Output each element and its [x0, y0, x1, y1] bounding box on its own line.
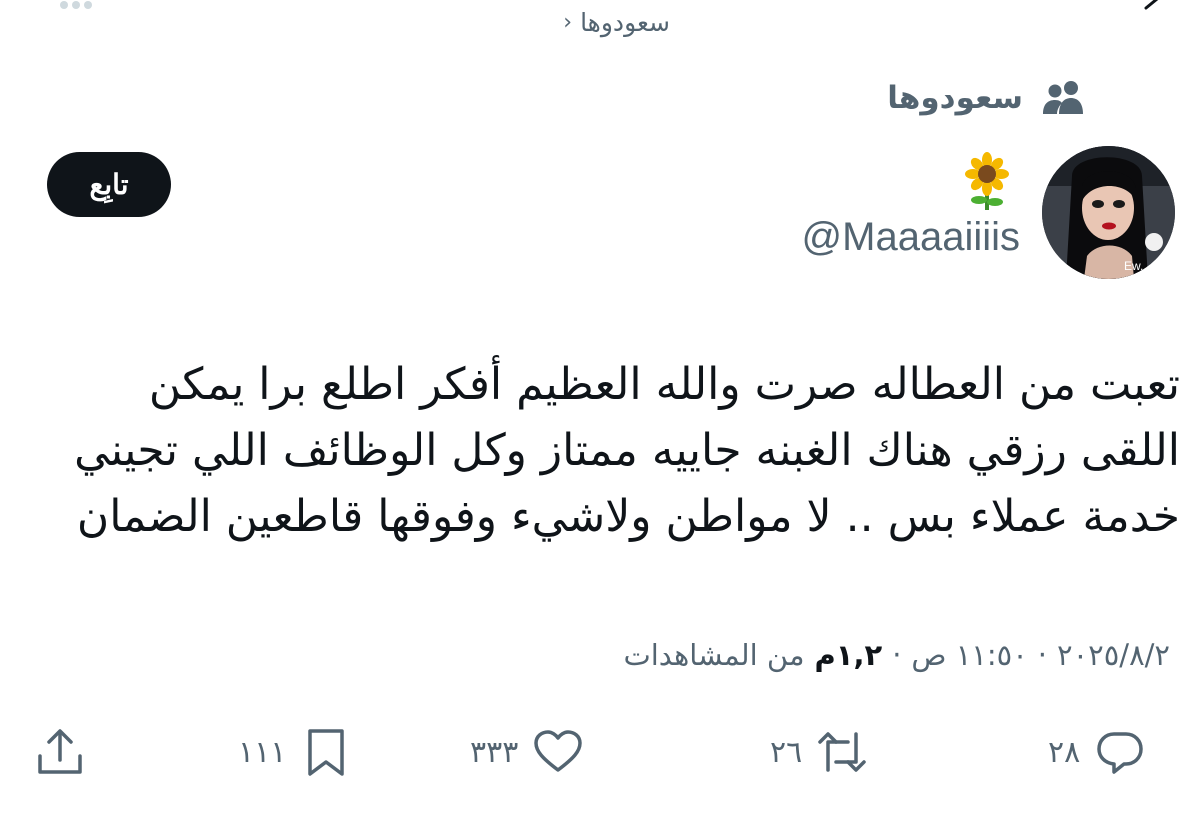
community-name[interactable]: سعودوها	[887, 80, 1023, 116]
community-header[interactable]: سعودوها	[887, 78, 1085, 118]
reply-count: ٢٨	[1048, 734, 1081, 770]
user-handle[interactable]: @Maaaaiiiis	[802, 215, 1020, 260]
bookmark-icon	[308, 729, 345, 776]
back-arrow-icon[interactable]	[1142, 0, 1172, 20]
views-count[interactable]: ١,٢م	[815, 638, 883, 672]
repost-count: ٢٦	[770, 734, 803, 770]
display-name-emoji[interactable]	[962, 152, 1012, 212]
repost-icon	[818, 732, 866, 772]
meta-separator: ·	[1037, 638, 1047, 672]
breadcrumb-label[interactable]: سعودوها	[580, 8, 670, 37]
avatar-caption: Ew.	[1124, 259, 1143, 273]
avatar-image: Ew.	[1042, 146, 1175, 279]
avatar[interactable]: Ew.	[1042, 146, 1175, 279]
share-button[interactable]	[34, 720, 86, 784]
top-dots	[60, 0, 100, 9]
meta-separator: ·	[892, 638, 902, 672]
tweet-time[interactable]: ١١:٥٠ ص	[911, 638, 1027, 672]
follow-button[interactable]: تابِع	[47, 152, 171, 217]
like-count: ٣٣٣	[470, 734, 519, 770]
heart-icon	[534, 730, 583, 772]
people-icon	[1043, 81, 1083, 114]
repost-button[interactable]: ٢٦	[770, 720, 868, 784]
bookmark-button[interactable]: ١١١	[238, 720, 352, 784]
like-button[interactable]: ٣٣٣	[470, 720, 584, 784]
reply-icon	[1097, 732, 1143, 774]
reply-button[interactable]: ٢٨	[1048, 720, 1146, 784]
tweet-meta: ٢٠٢٥/٨/٢ · ١١:٥٠ ص · ١,٢م من المشاهدات	[623, 638, 1170, 672]
tweet-date[interactable]: ٢٠٢٥/٨/٢	[1057, 638, 1170, 672]
bookmark-count: ١١١	[238, 734, 287, 770]
chevron-left-icon: ‹	[563, 10, 573, 35]
views-label[interactable]: من المشاهدات	[623, 638, 804, 672]
sunflower-icon	[965, 152, 1009, 210]
share-icon	[38, 729, 82, 774]
action-bar: ٢٨ ٢٦ ٣٣٣ ١١١	[30, 720, 1175, 784]
tweet-text: تعبت من العطاله صرت والله العظيم أفكر اط…	[74, 359, 1180, 542]
breadcrumb[interactable]: سعودوها ‹	[563, 8, 670, 37]
